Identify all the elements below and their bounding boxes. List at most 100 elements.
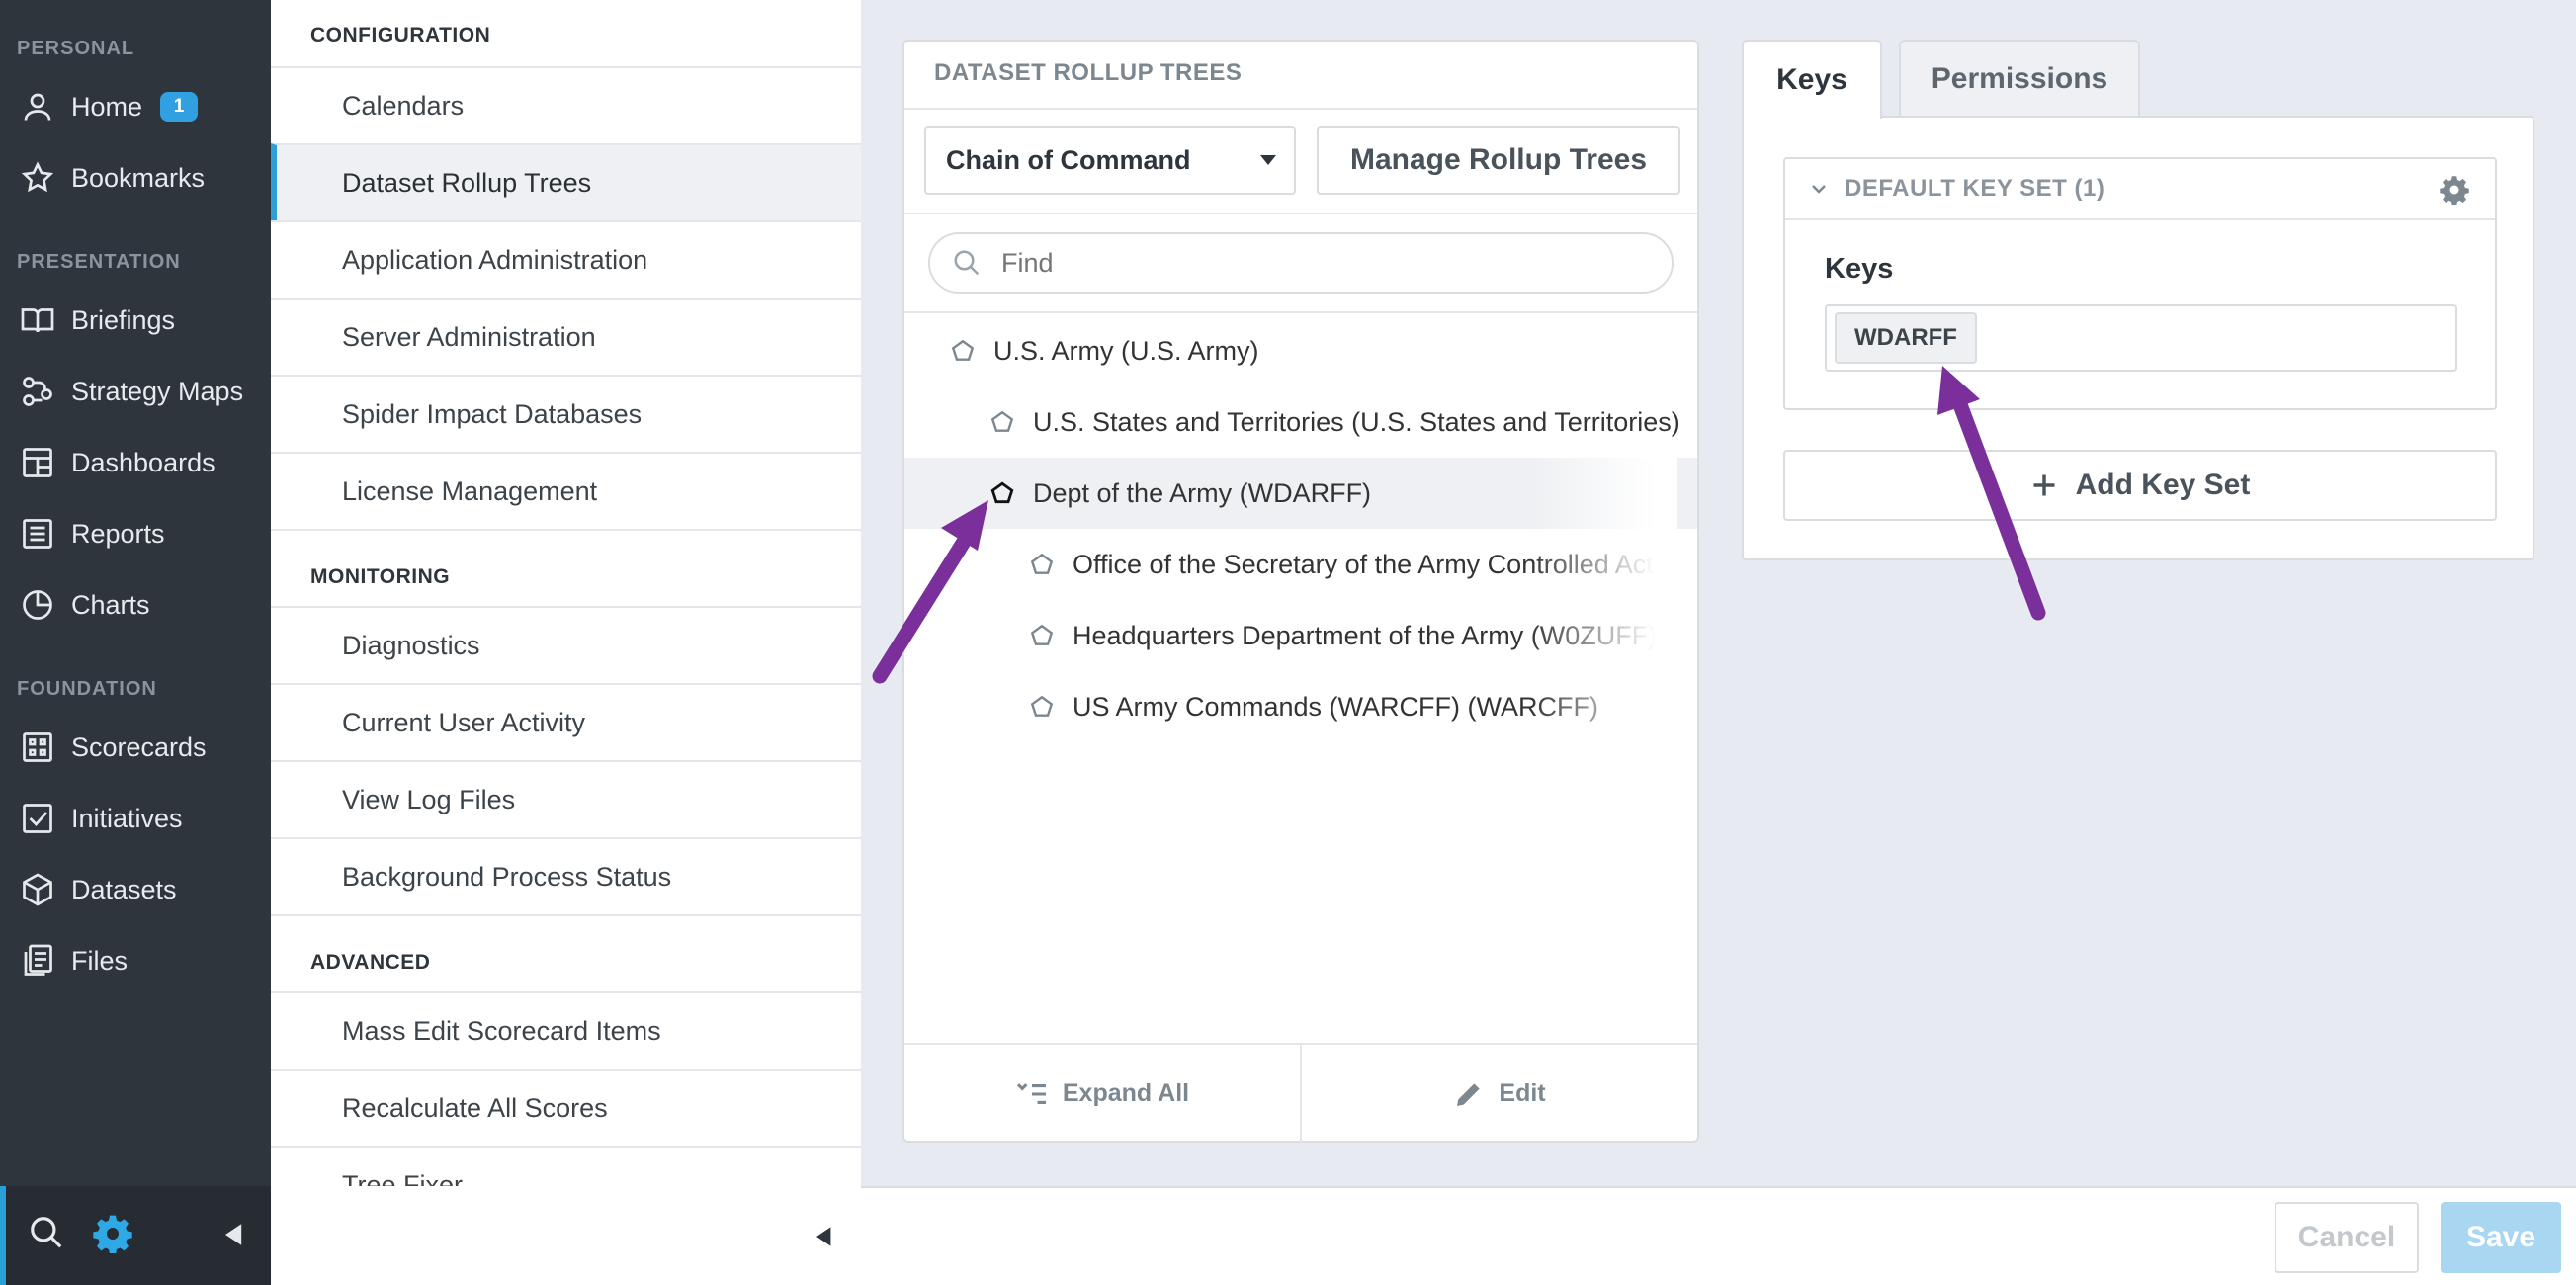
key-tag[interactable]: WDARFF	[1835, 312, 1977, 364]
expand-all-button[interactable]: Expand All	[904, 1045, 1300, 1143]
nav-section-foundation: FOUNDATION	[17, 678, 157, 700]
admin-list-footer	[271, 1186, 861, 1285]
report-icon	[23, 519, 52, 549]
tree-node-label: Office of the Secretary of the Army Cont…	[1073, 549, 1677, 579]
pentagon-icon	[1030, 624, 1054, 645]
tree-node[interactable]: Headquarters Department of the Army (W0Z…	[904, 600, 1677, 671]
key-set-header[interactable]: DEFAULT KEY SET (1)	[1785, 159, 2495, 220]
edit-button[interactable]: Edit	[1302, 1045, 1697, 1143]
tree-search-input[interactable]	[1001, 247, 1634, 279]
nav-item-initiatives[interactable]: Initiatives	[0, 787, 271, 850]
rollup-tree-select[interactable]: Chain of Command	[924, 126, 1296, 195]
nav-item-dashboards[interactable]: Dashboards	[0, 431, 271, 494]
collapse-nav-icon[interactable]	[225, 1224, 243, 1250]
key-set-title: DEFAULT KEY SET (1)	[1845, 175, 2105, 202]
dashboard-icon	[23, 448, 52, 477]
caret-down-icon	[1260, 155, 1276, 165]
nav-item-reports[interactable]: Reports	[0, 502, 271, 565]
admin-item-spider-impact-databases[interactable]: Spider Impact Databases	[271, 375, 861, 452]
home-count-badge: 1	[160, 92, 199, 122]
panel-title: DATASET ROLLUP TREES	[934, 59, 1243, 86]
cube-icon	[23, 873, 52, 906]
pentagon-icon	[990, 481, 1014, 504]
cancel-button[interactable]: Cancel	[2275, 1202, 2419, 1273]
expand-all-icon	[1016, 1082, 1046, 1104]
expand-all-label: Expand All	[1062, 1079, 1190, 1107]
pie-chart-icon	[23, 590, 52, 620]
admin-list: CONFIGURATION Calendars Dataset Rollup T…	[271, 0, 861, 1186]
admin-item-diagnostics[interactable]: Diagnostics	[271, 606, 861, 683]
nav-label-initiatives: Initiatives	[71, 803, 183, 833]
nav-item-strategy-maps[interactable]: Strategy Maps	[0, 360, 271, 423]
divider	[904, 213, 1697, 214]
nav-label-dashboards: Dashboards	[71, 447, 215, 477]
chevron-down-icon	[1812, 185, 1826, 194]
save-button[interactable]: Save	[2441, 1202, 2561, 1273]
files-icon	[24, 944, 52, 976]
nav-item-charts[interactable]: Charts	[0, 573, 271, 637]
admin-item-view-log-files[interactable]: View Log Files	[271, 760, 861, 837]
checkbox-icon	[23, 804, 52, 833]
tree-node[interactable]: Office of the Secretary of the Army Cont…	[904, 529, 1677, 600]
nav-bottom-bar	[0, 1186, 271, 1285]
user-icon	[24, 93, 51, 121]
tree-node-label: Headquarters Department of the Army (W0Z…	[1073, 620, 1677, 650]
nav-section-personal: PERSONAL	[17, 38, 135, 59]
admin-item-license-management[interactable]: License Management	[271, 452, 861, 529]
add-key-set-button[interactable]: Add Key Set	[1783, 450, 2497, 521]
admin-item-current-user-activity[interactable]: Current User Activity	[271, 683, 861, 760]
keys-input[interactable]: WDARFF	[1825, 304, 2457, 372]
selected-tree-label: Chain of Command	[946, 144, 1191, 175]
collapse-list-icon[interactable]	[816, 1226, 832, 1252]
divider	[904, 311, 1697, 313]
rollup-tree-panel: DATASET ROLLUP TREES Chain of Command Ma…	[902, 40, 1699, 1143]
admin-item-recalculate-all-scores[interactable]: Recalculate All Scores	[271, 1069, 861, 1146]
nav-item-files[interactable]: Files	[0, 929, 271, 992]
admin-item-application-administration[interactable]: Application Administration	[271, 220, 861, 298]
tree-node-selected[interactable]: Dept of the Army (WDARFF)	[904, 458, 1697, 529]
tree-node[interactable]: US Army Commands (WARCFF) (WARCFF)	[904, 671, 1677, 742]
add-key-set-label: Add Key Set	[2075, 469, 2251, 501]
tree-node[interactable]: U.S. Army (U.S. Army)	[904, 315, 1697, 386]
nav-item-home[interactable]: Home 1	[0, 75, 271, 138]
pentagon-icon	[951, 339, 975, 361]
nav-item-datasets[interactable]: Datasets	[0, 858, 271, 921]
nav-label-strategy-maps: Strategy Maps	[71, 376, 244, 406]
nav-label-reports: Reports	[71, 518, 165, 549]
tree-node[interactable]: U.S. States and Territories (U.S. States…	[904, 386, 1697, 458]
admin-item-dataset-rollup-trees[interactable]: Dataset Rollup Trees	[271, 143, 861, 220]
admin-item-mass-edit-scorecard-items[interactable]: Mass Edit Scorecard Items	[271, 991, 861, 1069]
tab-permissions[interactable]: Permissions	[1899, 40, 2140, 116]
gear-icon[interactable]	[2440, 175, 2469, 210]
pentagon-icon	[990, 410, 1014, 432]
admin-item-server-administration[interactable]: Server Administration	[271, 298, 861, 375]
nav-section-presentation: PRESENTATION	[17, 251, 181, 273]
keys-label: Keys	[1825, 253, 1894, 285]
admin-category-configuration: CONFIGURATION	[310, 24, 491, 46]
nav-label-files: Files	[71, 945, 129, 976]
nav-item-briefings[interactable]: Briefings	[0, 289, 271, 352]
search-icon	[954, 250, 980, 276]
search-icon[interactable]	[28, 1214, 65, 1256]
admin-category-advanced: ADVANCED	[310, 951, 431, 974]
plus-icon	[2033, 474, 2055, 496]
admin-item-background-process-status[interactable]: Background Process Status	[271, 837, 861, 914]
admin-item-calendars[interactable]: Calendars	[271, 66, 861, 143]
star-icon	[21, 161, 54, 193]
nav-item-scorecards[interactable]: Scorecards	[0, 716, 271, 779]
tab-keys[interactable]: Keys	[1742, 40, 1882, 119]
tree-node-label: U.S. Army (U.S. Army)	[993, 335, 1259, 366]
pencil-icon	[1457, 1082, 1481, 1106]
nav-label-charts: Charts	[71, 589, 150, 620]
scorecard-icon	[23, 732, 52, 762]
admin-item-tree-fixer[interactable]: Tree Fixer	[271, 1146, 861, 1186]
tree-search-box[interactable]	[928, 232, 1674, 294]
admin-category-monitoring: MONITORING	[310, 565, 451, 588]
nav-item-bookmarks[interactable]: Bookmarks	[0, 146, 271, 210]
manage-rollup-trees-button[interactable]: Manage Rollup Trees	[1317, 126, 1680, 195]
keys-panel: DEFAULT KEY SET (1) Keys WDARFF Add Key …	[1742, 116, 2534, 560]
page-footer: Cancel Save	[861, 1186, 2576, 1285]
gear-icon[interactable]	[93, 1214, 132, 1258]
pentagon-icon	[1030, 695, 1054, 717]
nav-label-datasets: Datasets	[71, 874, 177, 904]
